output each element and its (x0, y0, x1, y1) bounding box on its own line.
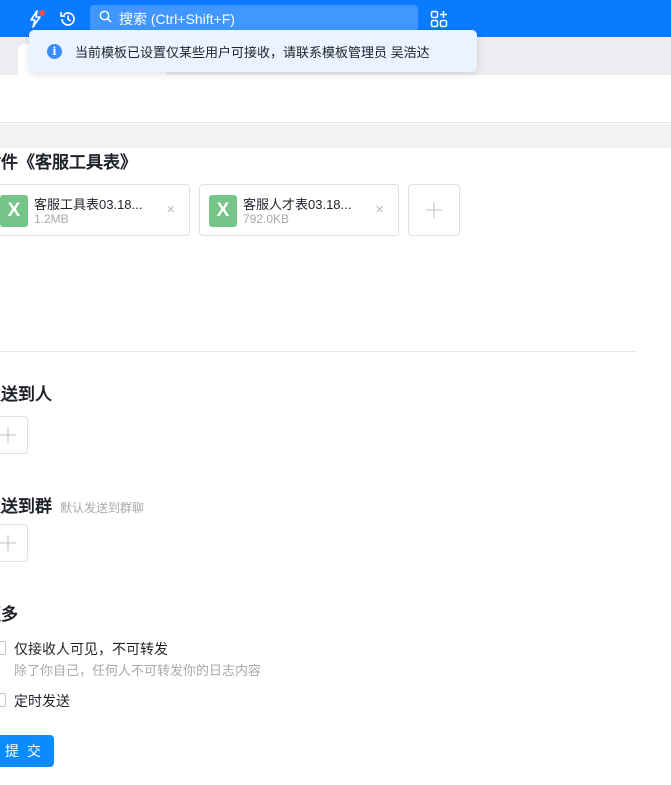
no-forward-checkbox[interactable] (0, 641, 6, 655)
more-title: 更多 (0, 605, 18, 624)
search-icon (99, 10, 112, 28)
attachment-card[interactable]: X 客服工具表03.18... 1.2MB × (0, 184, 190, 236)
info-icon: i (47, 43, 62, 59)
close-icon[interactable]: × (166, 201, 175, 219)
attachment-card[interactable]: X 客服人才表03.18... 792.0KB × (199, 184, 399, 236)
scheduled-send-checkbox[interactable] (0, 693, 6, 707)
no-forward-label: 仅接收人可见，不可转发 (14, 641, 168, 657)
plus-icon (426, 202, 442, 218)
send-to-group-label: 发送到群 (0, 497, 52, 516)
excel-file-icon: X (209, 195, 237, 227)
section-divider (0, 351, 637, 352)
history-icon[interactable] (57, 8, 79, 30)
plus-icon (0, 427, 16, 443)
excel-file-icon: X (0, 195, 28, 227)
page-header (0, 75, 671, 123)
header-band (0, 124, 671, 148)
add-group-button[interactable] (0, 524, 28, 562)
scheduled-send-label: 定时发送 (14, 693, 70, 709)
attachment-name: 客服人才表03.18... (243, 197, 352, 212)
search-input[interactable]: 搜索 (Ctrl+Shift+F) (90, 5, 418, 32)
submit-button[interactable]: 提 交 (0, 735, 54, 767)
attachment-size: 1.2MB (34, 212, 69, 226)
notice-text: 当前模板已设置仅某些用户可接收，请联系模板管理员 吴浩达 (75, 44, 430, 60)
send-to-group-title: 发送到群默认发送到群聊 (0, 492, 144, 517)
lightning-icon[interactable] (25, 8, 47, 30)
close-icon[interactable]: × (375, 201, 384, 219)
permission-notice: i 当前模板已设置仅某些用户可接收，请联系模板管理员 吴浩达 (29, 30, 477, 72)
add-attachment-button[interactable] (408, 184, 460, 236)
add-person-button[interactable] (0, 416, 28, 454)
attachment-name: 客服工具表03.18... (34, 197, 143, 212)
attachments-title: 附件《客服工具表》 (0, 153, 137, 172)
send-to-person-title: 发送到人 (0, 385, 52, 404)
search-placeholder: 搜索 (Ctrl+Shift+F) (119, 10, 235, 27)
no-forward-desc: 除了你自己，任何人不可转发你的日志内容 (14, 663, 262, 678)
app-grid-icon[interactable] (428, 8, 450, 30)
send-to-group-hint: 默认发送到群聊 (60, 501, 145, 515)
plus-icon (0, 535, 16, 551)
attachment-size: 792.0KB (243, 212, 290, 226)
